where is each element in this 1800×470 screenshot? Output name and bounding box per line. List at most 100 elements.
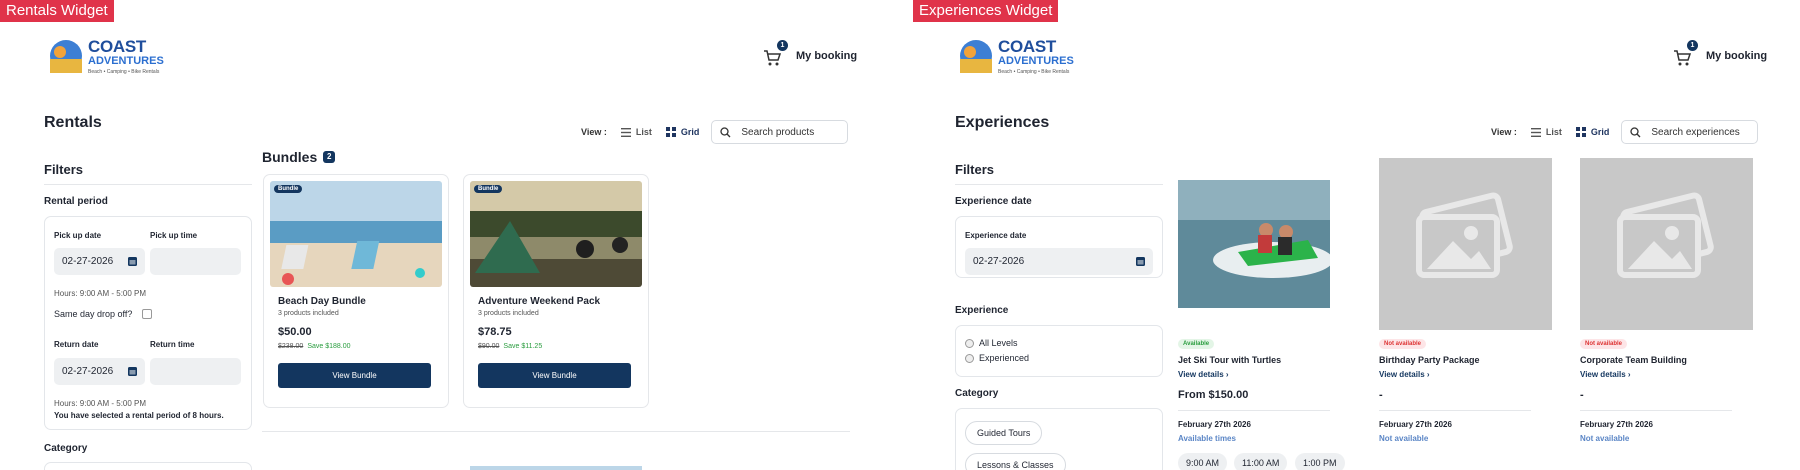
savings: Save $11.25 [503, 343, 543, 350]
old-price: $90.00 [478, 343, 500, 350]
bundle-image-camping [470, 181, 642, 287]
level-radio-experienced[interactable]: Experienced [965, 353, 1029, 363]
bundle-card[interactable]: Bundle Adventure Weekend Pack 3 products… [463, 174, 649, 408]
logo-mark [48, 39, 84, 75]
level-radio-all[interactable]: All Levels [965, 338, 1018, 348]
page-title: Experiences [955, 114, 1050, 131]
bundle-name: Beach Day Bundle [278, 296, 366, 307]
grid-label: Grid [1590, 127, 1610, 137]
return-time-label: Return time [150, 340, 195, 349]
view-bundle-button[interactable]: View Bundle [478, 363, 631, 388]
savings: Save $188.00 [307, 343, 351, 350]
widget-tag: Experiences Widget [913, 0, 1059, 22]
view-details-link[interactable]: View details › [1379, 370, 1430, 379]
pickup-date-value: 02-27-2026 [62, 256, 114, 267]
logo[interactable]: COAST ADVENTURES Beach • Camping • Bike … [958, 38, 1074, 75]
calendar-icon [128, 367, 137, 376]
grid-view-toggle[interactable]: Grid [1575, 127, 1610, 137]
widget-tag: Rentals Widget [0, 0, 114, 22]
search-icon [1630, 126, 1641, 137]
my-booking-label: My booking [1706, 50, 1768, 62]
view-toolbar: View : List Grid Search experiences [1491, 120, 1759, 144]
experience-date-label: Experience date [965, 231, 1027, 240]
radio-label: Experienced [979, 353, 1030, 363]
experience-date-field[interactable]: 02-27-2026 [965, 248, 1153, 275]
view-bundle-button[interactable]: View Bundle [278, 363, 431, 388]
experience-date-section-label: Experience date [955, 196, 1032, 207]
category-box [44, 462, 252, 470]
bundles-count-badge: 2 [323, 151, 336, 163]
cart-icon: 1 [1672, 40, 1698, 67]
logo[interactable]: COAST ADVENTURES Beach • Camping • Bike … [48, 38, 164, 75]
my-booking-button[interactable]: 1 My booking [1672, 40, 1768, 67]
divider [1580, 410, 1732, 411]
experience-date-value: 02-27-2026 [973, 256, 1025, 267]
divider [262, 431, 850, 432]
return-date-field[interactable]: 02-27-2026 [54, 358, 145, 385]
view-details-link[interactable]: View details › [1178, 370, 1229, 379]
search-placeholder: Search products [741, 126, 815, 138]
bundle-old-price: $238.00 Save $188.00 [278, 343, 351, 350]
same-day-dropoff[interactable]: Same day drop off? [54, 309, 153, 319]
pickup-hours-hint: Hours: 9:00 AM - 5:00 PM [54, 289, 147, 298]
bundle-card[interactable]: Bundle Beach Day Bundle 3 products inclu… [263, 174, 449, 408]
pickup-time-label: Pick up time [150, 231, 198, 240]
logo-subtitle: ADVENTURES [88, 55, 164, 67]
grid-view-toggle[interactable]: Grid [665, 127, 699, 137]
same-day-checkbox[interactable] [142, 309, 153, 319]
search-placeholder: Search experiences [1651, 126, 1740, 138]
category-label: Category [44, 443, 88, 454]
bundle-image-beach [270, 181, 442, 287]
bundle-old-price: $90.00 Save $11.25 [478, 343, 542, 350]
grid-icon [665, 127, 676, 137]
status-badge: Not available [1379, 339, 1427, 349]
time-slot[interactable]: 9:00 AM [1178, 453, 1228, 470]
pickup-date-label: Pick up date [54, 231, 102, 240]
category-chip[interactable]: Lessons & Classes [965, 453, 1066, 470]
experience-level-box [955, 325, 1163, 377]
chevron-right-icon: › [1426, 370, 1430, 379]
return-time-field[interactable] [150, 358, 241, 385]
bundle-subtitle: 3 products included [278, 310, 339, 317]
return-hours-hint: Hours: 9:00 AM - 5:00 PM [54, 399, 147, 408]
pickup-time-field[interactable] [150, 248, 241, 275]
view-details-link[interactable]: View details › [1580, 370, 1631, 379]
image-placeholder [1580, 158, 1753, 330]
experience-price: - [1580, 389, 1584, 401]
radio-button[interactable] [965, 338, 974, 348]
old-price: $238.00 [278, 343, 304, 350]
time-slot[interactable]: 11:00 AM [1234, 453, 1288, 470]
bundle-tag: Bundle [274, 185, 303, 193]
filters-title: Filters [44, 162, 84, 177]
cart-count-badge: 1 [1687, 40, 1698, 51]
view-details-label: View details [1580, 370, 1626, 379]
view-details-label: View details [1178, 370, 1224, 379]
experience-price: - [1379, 389, 1383, 401]
time-slot[interactable]: 1:00 PM [1295, 453, 1345, 470]
view-label: View : [1491, 127, 1517, 137]
pickup-date-field[interactable]: 02-27-2026 [54, 248, 145, 275]
bundles-title: Bundles 2 [262, 149, 336, 165]
list-view-toggle[interactable]: List [620, 127, 652, 137]
filters-title: Filters [955, 162, 995, 177]
bundle-subtitle: 3 products included [478, 310, 539, 317]
bundle-price: $50.00 [278, 326, 312, 338]
logo-title: COAST [88, 37, 147, 56]
category-chip[interactable]: Guided Tours [965, 421, 1043, 445]
status-badge: Available [1178, 339, 1215, 349]
experience-date: February 27th 2026 [1379, 420, 1452, 429]
bundles-title-label: Bundles [262, 149, 318, 165]
divider [955, 184, 1163, 185]
search-input[interactable]: Search experiences [1621, 120, 1759, 144]
radio-button[interactable] [965, 353, 974, 363]
status-badge: Not available [1580, 339, 1628, 349]
experience-name: Birthday Party Package [1379, 355, 1480, 365]
my-booking-button[interactable]: 1 My booking [762, 40, 857, 67]
search-input[interactable]: Search products [711, 120, 849, 144]
same-day-label: Same day drop off? [54, 309, 133, 319]
divider [44, 184, 252, 185]
list-view-toggle[interactable]: List [1530, 127, 1562, 137]
logo-title: COAST [998, 37, 1057, 56]
calendar-icon [1136, 257, 1145, 266]
return-date-label: Return date [54, 340, 99, 349]
